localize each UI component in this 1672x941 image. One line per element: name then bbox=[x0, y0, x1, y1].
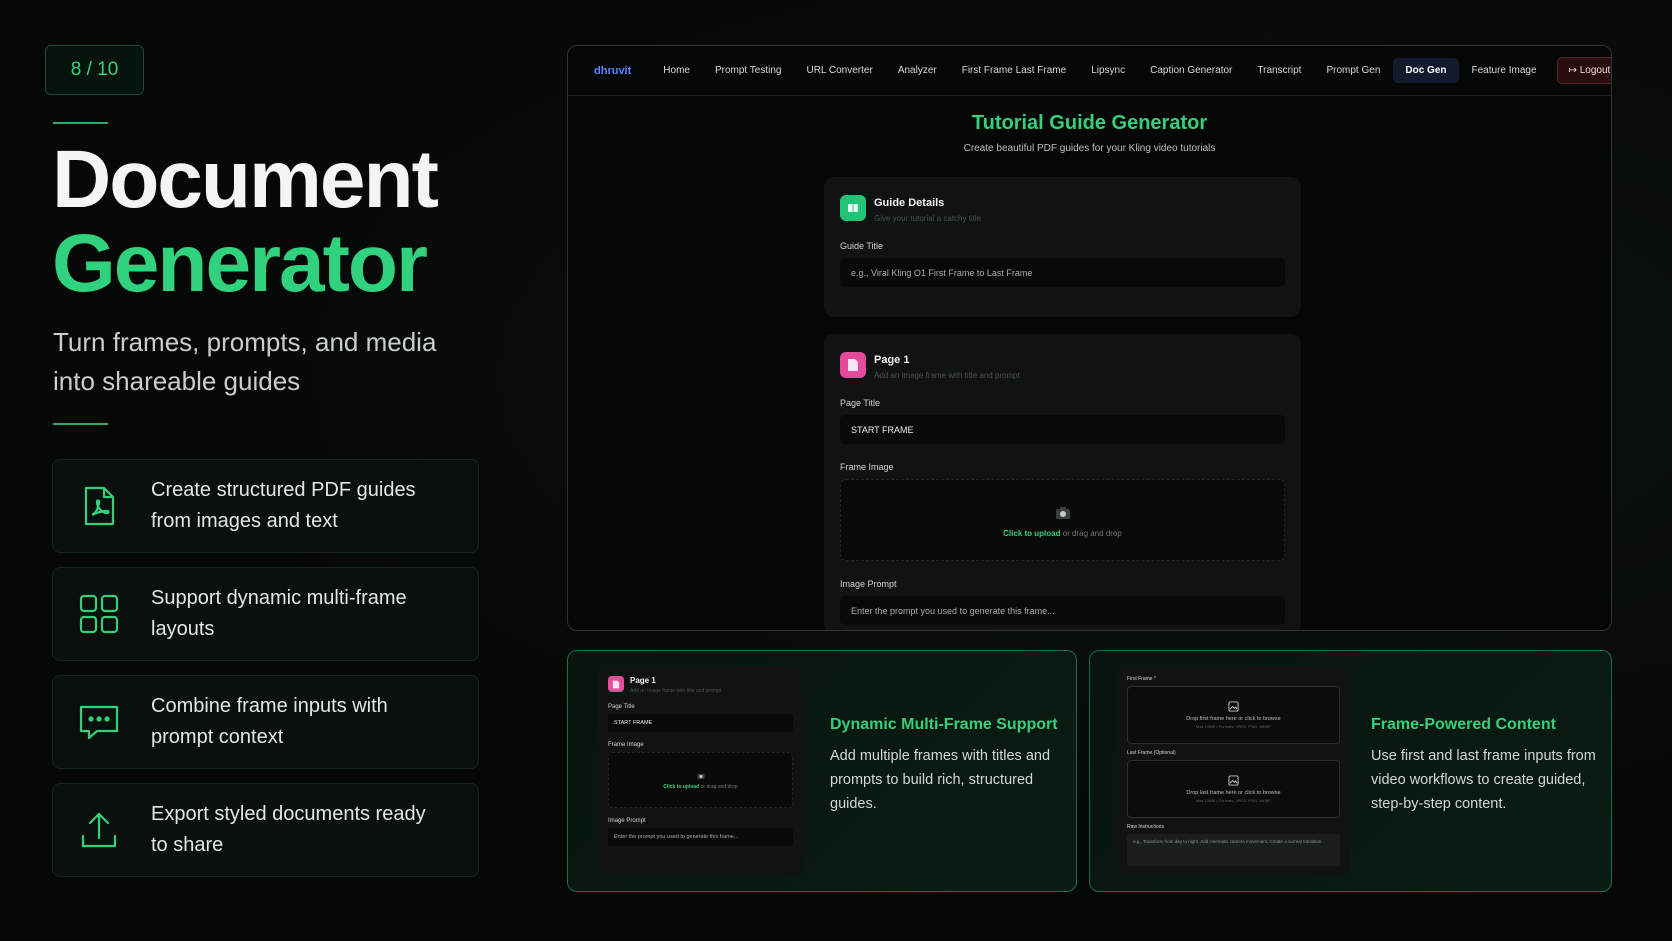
nav-first-frame-last-frame[interactable]: First Frame Last Frame bbox=[950, 58, 1078, 83]
raw-instructions-label: Raw Instructions bbox=[1127, 824, 1164, 830]
promo-description: Add multiple frames with titles and prom… bbox=[830, 748, 1051, 812]
promo-card-frame-powered: First Frame * Drop first frame here or c… bbox=[1089, 650, 1612, 892]
hero-subtitle: Turn frames, prompts, and media into sha… bbox=[53, 327, 437, 396]
image-prompt-label: Image Prompt bbox=[840, 579, 897, 589]
mini-page-card-preview: Page 1 Add an image frame with title and… bbox=[598, 666, 803, 876]
image-prompt-label: Image Prompt bbox=[608, 818, 646, 824]
feature-text: Export styled documents ready to share bbox=[151, 803, 426, 856]
first-frame-dropzone: Drop first frame here or click to browse… bbox=[1127, 686, 1340, 744]
grid-icon bbox=[79, 594, 119, 634]
document-icon bbox=[608, 676, 624, 692]
navbar: dhruvit Home Prompt Testing URL Converte… bbox=[568, 46, 1611, 96]
pdf-file-icon bbox=[84, 486, 115, 526]
card-title: Page 1 bbox=[630, 676, 656, 685]
nav-feature-image[interactable]: Feature Image bbox=[1460, 58, 1549, 83]
logout-label: Logout bbox=[1579, 65, 1611, 76]
first-frame-drop-text: Drop first frame here or click to browse bbox=[1186, 716, 1281, 722]
nav-prompt-testing[interactable]: Prompt Testing bbox=[703, 58, 794, 83]
promo-title: Frame-Powered Content bbox=[1371, 716, 1556, 733]
guide-details-card: Guide Details Give your tutorial a catch… bbox=[824, 177, 1301, 317]
upload-text: Click to upload or drag and drop bbox=[663, 784, 737, 790]
app-window: dhruvit Home Prompt Testing URL Converte… bbox=[567, 45, 1612, 631]
divider bbox=[53, 423, 108, 425]
guide-title-label: Guide Title bbox=[840, 241, 884, 251]
feature-item: Combine frame inputs with prompt context bbox=[52, 675, 479, 769]
brand-logo[interactable]: dhruvit bbox=[594, 65, 631, 77]
feature-text: Support dynamic multi-frame layouts bbox=[151, 587, 407, 640]
mini-frame-upload-preview: First Frame * Drop first frame here or c… bbox=[1117, 666, 1350, 876]
card-hint: Give your tutorial a catchy title bbox=[874, 214, 982, 223]
promo-text: Frame-Powered Content Use first and last… bbox=[1371, 716, 1596, 816]
frame-image-label: Frame Image bbox=[840, 462, 894, 472]
chat-bubble-icon bbox=[79, 705, 119, 740]
guide-title-input[interactable]: e.g., Viral Kling O1 First Frame to Last… bbox=[840, 258, 1285, 287]
upload-icon bbox=[81, 812, 117, 848]
page-title-label: Page Title bbox=[608, 704, 635, 710]
feature-text: Create structured PDF guides from images… bbox=[151, 479, 416, 532]
logout-icon: ↦ bbox=[1568, 65, 1577, 76]
first-frame-label: First Frame * bbox=[1127, 676, 1156, 682]
page-subtitle: Create beautiful PDF guides for your Kli… bbox=[963, 143, 1216, 154]
upload-rest: or drag and drop bbox=[699, 783, 738, 790]
feature-item: Create structured PDF guides from images… bbox=[52, 459, 479, 553]
last-frame-drop-text: Drop last frame here or click to browse bbox=[1186, 790, 1281, 796]
divider bbox=[53, 122, 108, 124]
promo-title: Dynamic Multi-Frame Support bbox=[830, 716, 1058, 733]
last-frame-dropzone: Drop last frame here or click to browse … bbox=[1127, 760, 1340, 818]
nav-prompt-gen[interactable]: Prompt Gen bbox=[1314, 58, 1392, 83]
hero-title-line1: Document bbox=[52, 134, 439, 225]
card-header: Guide Details Give your tutorial a catch… bbox=[840, 195, 1285, 223]
promo-card-multi-frame: Page 1 Add an image frame with title and… bbox=[567, 650, 1077, 892]
first-frame-meta: Max 10MB • Formats: JPEG, PNG, WEBP bbox=[1196, 724, 1271, 729]
feature-text: Combine frame inputs with prompt context bbox=[151, 695, 388, 748]
page-title-input: START FRAME bbox=[608, 714, 793, 732]
page-title-label: Page Title bbox=[840, 398, 881, 408]
feature-item: Support dynamic multi-frame layouts bbox=[52, 567, 479, 661]
page-title: Tutorial Guide Generator bbox=[971, 112, 1208, 134]
nav-analyzer[interactable]: Analyzer bbox=[886, 58, 949, 83]
card-header: Page 1 Add an image frame with title and… bbox=[840, 352, 1285, 380]
upload-link[interactable]: Click to upload bbox=[1003, 529, 1060, 538]
card-header: Page 1 Add an image frame with title and… bbox=[608, 676, 793, 694]
image-prompt-input: Enter the prompt you used to generate th… bbox=[608, 828, 793, 846]
feature-item: Export styled documents ready to share bbox=[52, 783, 479, 877]
camera-icon bbox=[697, 773, 704, 779]
card-title: Guide Details bbox=[874, 197, 945, 209]
raw-instructions-input: e.g., Transform from day to night, Add c… bbox=[1127, 834, 1340, 866]
nav-caption-generator[interactable]: Caption Generator bbox=[1138, 58, 1244, 83]
nav-url-converter[interactable]: URL Converter bbox=[794, 58, 884, 83]
nav-lipsync[interactable]: Lipsync bbox=[1079, 58, 1137, 83]
upload-rest: or drag and drop bbox=[1060, 528, 1122, 538]
last-frame-meta: Max 10MB • Formats: JPEG, PNG, WEBP bbox=[1196, 798, 1271, 803]
image-icon bbox=[1228, 701, 1239, 712]
book-icon bbox=[840, 195, 866, 221]
frame-image-label: Frame Image bbox=[608, 742, 644, 748]
last-frame-label: Last Frame (Optional) bbox=[1127, 750, 1176, 756]
page-title-input[interactable]: START FRAME bbox=[840, 415, 1285, 444]
hero-title-line2: Generator bbox=[52, 218, 428, 309]
logout-button[interactable]: ↦ Logout bbox=[1556, 57, 1611, 84]
nav-transcript[interactable]: Transcript bbox=[1245, 58, 1313, 83]
frame-image-dropzone[interactable]: Click to upload or drag and drop bbox=[840, 479, 1285, 561]
camera-icon bbox=[1055, 506, 1070, 519]
frame-image-dropzone: Click to upload or drag and drop bbox=[608, 752, 793, 808]
page-card: Page 1 Add an image frame with title and… bbox=[824, 334, 1301, 630]
card-hint: Add an image frame with title and prompt bbox=[630, 688, 722, 694]
image-icon bbox=[1228, 775, 1239, 786]
card-title: Page 1 bbox=[874, 354, 910, 366]
document-icon bbox=[840, 352, 866, 378]
nav-home[interactable]: Home bbox=[651, 58, 702, 83]
promo-description: Use first and last frame inputs from vid… bbox=[1371, 748, 1596, 812]
card-hint: Add an image frame with title and prompt bbox=[874, 371, 1020, 380]
slide-counter: 8 / 10 bbox=[45, 45, 144, 95]
image-prompt-input[interactable]: Enter the prompt you used to generate th… bbox=[840, 596, 1285, 625]
nav-doc-gen[interactable]: Doc Gen bbox=[1393, 58, 1459, 83]
upload-text: Click to upload or drag and drop bbox=[1003, 529, 1122, 538]
feature-list: Create structured PDF guides from images… bbox=[52, 459, 479, 891]
promo-text: Dynamic Multi-Frame Support Add multiple… bbox=[830, 716, 1060, 816]
upload-link: Click to upload bbox=[663, 783, 700, 790]
hero-title: Document Generator bbox=[52, 134, 439, 309]
